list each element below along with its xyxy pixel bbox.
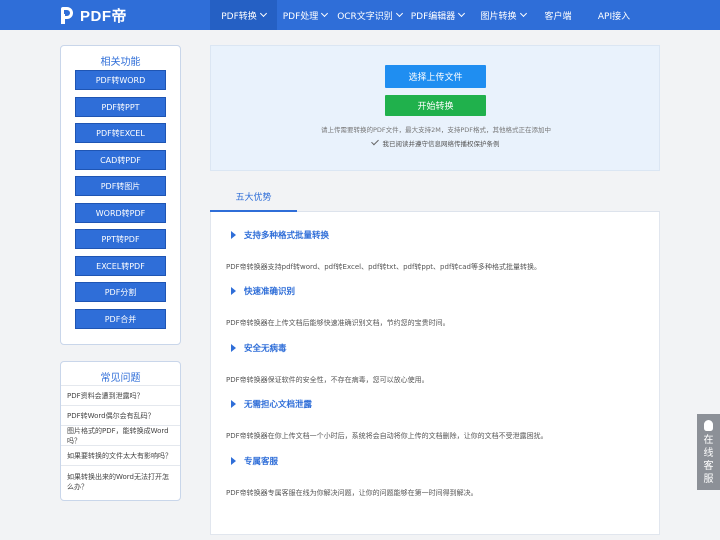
faq-item[interactable]: PDF资料会遭到泄露吗？: [61, 386, 180, 406]
func-pdf-to-image[interactable]: PDF转图片: [75, 176, 166, 196]
advantage-title: 支持多种格式批量转换: [231, 229, 329, 241]
triangle-right-icon: [231, 231, 236, 239]
faq-panel: 常见问题 PDF资料会遭到泄露吗？ PDF转Word偶尔会有乱码？ 图片格式的P…: [60, 361, 181, 501]
advantage-desc: PDF帝转换器支持pdf转word、pdf转Excel、pdf转txt、pdf转…: [226, 263, 541, 271]
logo-icon: [59, 6, 75, 24]
advantage-desc: PDF帝转换器专属客服在线为你解决问题，让你的问题能够在第一时间得到解决。: [226, 489, 478, 497]
advantage-title: 专属客服: [231, 455, 278, 467]
agreement-checkbox[interactable]: 我已阅读并遵守信息网络传播权保护条例: [211, 137, 661, 148]
nav-pdf-process[interactable]: PDF处理: [277, 0, 333, 30]
func-pdf-merge[interactable]: PDF合并: [75, 309, 166, 329]
faq-title: 常见问题: [61, 369, 180, 386]
func-pdf-to-ppt[interactable]: PDF转PPT: [75, 97, 166, 117]
nav-api[interactable]: API接入: [579, 0, 649, 30]
chevron-down-icon: [519, 9, 527, 18]
online-service-label: 在线客服: [703, 435, 714, 485]
logo-text: PDF帝: [80, 7, 128, 25]
check-icon: [370, 137, 379, 146]
nav-image-convert[interactable]: 图片转换: [469, 0, 537, 30]
agreement-text: 我已阅读并遵守信息网络传播权保护条例: [382, 140, 500, 148]
triangle-right-icon: [231, 287, 236, 295]
select-upload-file-button[interactable]: 选择上传文件: [385, 65, 486, 88]
triangle-right-icon: [231, 344, 236, 352]
logo[interactable]: PDF帝: [59, 4, 127, 26]
func-cad-to-pdf[interactable]: CAD转PDF: [75, 150, 166, 170]
chevron-down-icon: [259, 9, 267, 18]
advantages-content: 支持多种格式批量转换 PDF帝转换器支持pdf转word、pdf转Excel、p…: [210, 212, 660, 535]
faq-item[interactable]: 如果转换出来的Word无法打开怎么办？: [61, 466, 180, 497]
related-functions-title: 相关功能: [100, 57, 141, 68]
func-pdf-to-excel[interactable]: PDF转EXCEL: [75, 123, 166, 143]
func-ppt-to-pdf[interactable]: PPT转PDF: [75, 229, 166, 249]
nav-ocr[interactable]: OCR文字识别: [333, 0, 406, 30]
main-nav: PDF转换 PDF处理 OCR文字识别 PDF编辑器 图片转换 客户端 API接…: [210, 0, 649, 30]
chevron-down-icon: [321, 9, 329, 18]
start-convert-button[interactable]: 开始转换: [385, 95, 486, 116]
faq-item[interactable]: PDF转Word偶尔会有乱码？: [61, 406, 180, 426]
chevron-down-icon: [458, 9, 466, 18]
advantage-title: 快速准确识别: [231, 285, 295, 297]
nav-pdf-convert[interactable]: PDF转换: [210, 0, 277, 30]
qq-icon: [704, 420, 713, 431]
func-pdf-split[interactable]: PDF分割: [75, 282, 166, 302]
faq-item[interactable]: 如果要转换的文件太大有影响吗？: [61, 446, 180, 466]
related-functions-panel: 相关功能 PDF转WORD PDF转PPT PDF转EXCEL CAD转PDF …: [60, 45, 181, 345]
advantage-desc: PDF帝转换器保证软件的安全性，不存在病毒，您可以放心使用。: [226, 376, 429, 384]
func-word-to-pdf[interactable]: WORD转PDF: [75, 203, 166, 223]
upload-hint: 请上传需要转换的PDF文件，最大支持2M，支持PDF格式，其他格式正在添加中: [320, 126, 552, 134]
faq-item[interactable]: 图片格式的PDF，能转换成Word吗？: [61, 426, 180, 446]
triangle-right-icon: [231, 400, 236, 408]
nav-client[interactable]: 客户端: [537, 0, 579, 30]
triangle-right-icon: [231, 457, 236, 465]
func-excel-to-pdf[interactable]: EXCEL转PDF: [75, 256, 166, 276]
advantage-title: 无需担心文档泄露: [231, 398, 312, 410]
online-service-tab[interactable]: 在线客服: [697, 414, 720, 490]
top-nav-bar: PDF帝 PDF转换 PDF处理 OCR文字识别 PDF编辑器 图片转换 客户端…: [0, 0, 720, 30]
func-pdf-to-word[interactable]: PDF转WORD: [75, 70, 166, 90]
upload-panel: 选择上传文件 开始转换 请上传需要转换的PDF文件，最大支持2M，支持PDF格式…: [210, 45, 660, 171]
advantage-desc: PDF帝转换器在上传文档后能够快速准确识别文档，节约您的宝贵时间。: [226, 319, 450, 327]
nav-pdf-editor[interactable]: PDF编辑器: [406, 0, 469, 30]
tab-advantages[interactable]: 五大优势: [210, 182, 297, 212]
advantage-title: 安全无病毒: [231, 342, 287, 354]
advantages-tabs: 五大优势: [210, 182, 660, 212]
chevron-down-icon: [395, 9, 403, 18]
advantage-desc: PDF帝转换器在你上传文档一个小时后，系统将会自动将你上传的文档删除，让你的文档…: [226, 432, 548, 440]
